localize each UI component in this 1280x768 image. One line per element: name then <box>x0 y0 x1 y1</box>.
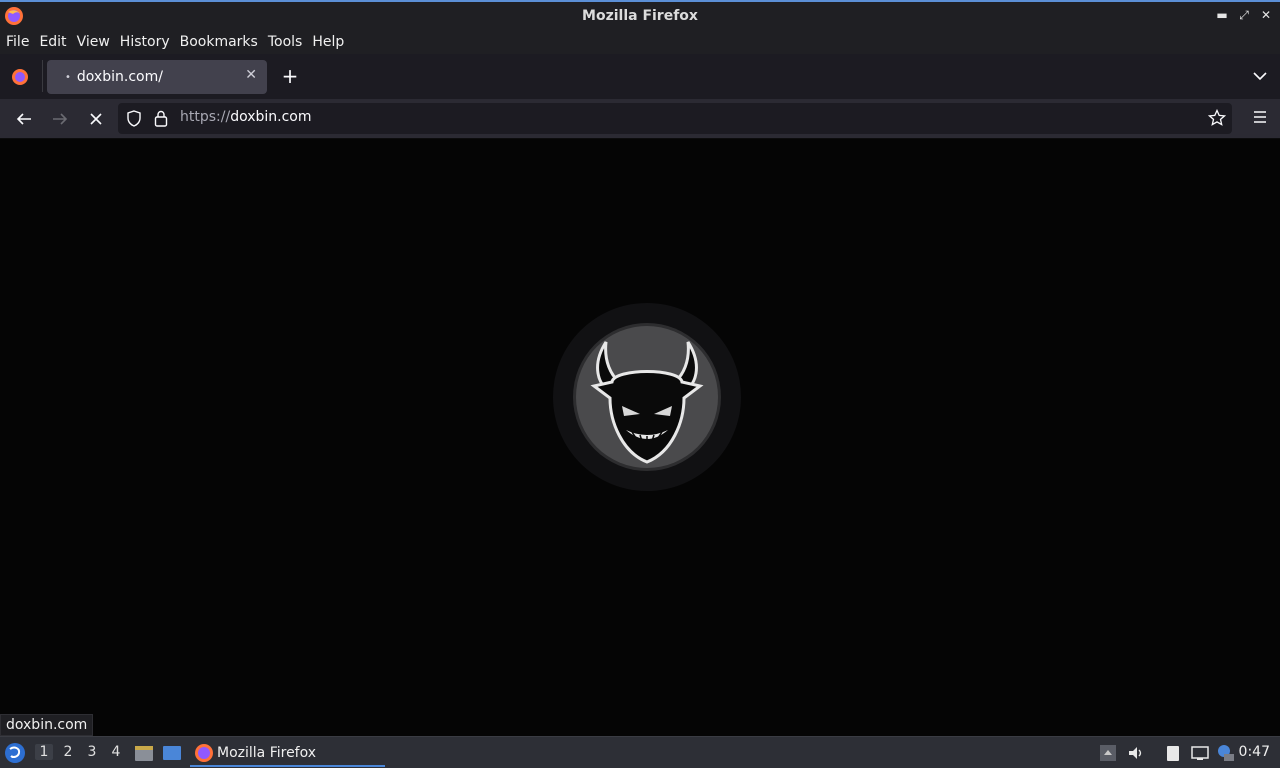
workspace-1[interactable]: 1 <box>35 744 53 760</box>
stop-button[interactable] <box>84 107 108 131</box>
workspace-2[interactable]: 2 <box>59 744 77 760</box>
menu-history[interactable]: History <box>120 34 170 50</box>
status-link-tooltip: doxbin.com <box>0 714 94 736</box>
notification-icon[interactable] <box>1216 744 1234 762</box>
firefox-icon <box>195 744 213 762</box>
tray-arrow-icon[interactable] <box>1099 744 1117 762</box>
lock-icon[interactable] <box>154 110 168 127</box>
close-tab-icon[interactable]: ✕ <box>245 67 257 83</box>
task-label: Mozilla Firefox <box>217 744 317 761</box>
url-text[interactable]: https://doxbin.com <box>180 109 312 125</box>
workspace-4[interactable]: 4 <box>107 744 125 760</box>
tab-separator <box>42 60 43 92</box>
taskbar-firefox-task[interactable]: Mozilla Firefox <box>190 740 385 767</box>
taskbar: 1 2 3 4 Mozilla Firefox 0:47 <box>0 736 1280 768</box>
star-icon[interactable] <box>1208 109 1226 127</box>
menu-tools[interactable]: Tools <box>268 34 303 50</box>
workspace-3[interactable]: 3 <box>83 744 101 760</box>
close-icon <box>90 113 102 125</box>
menu-view[interactable]: View <box>77 34 110 50</box>
window-title: Mozilla Firefox <box>582 7 698 24</box>
page-content <box>0 140 1280 736</box>
forward-button[interactable] <box>48 107 72 131</box>
new-tab-button[interactable]: + <box>280 65 300 87</box>
arrow-right-icon <box>53 113 68 125</box>
tab-label: doxbin.com/ <box>76 69 163 85</box>
file-manager-icon[interactable] <box>134 743 154 763</box>
hamburger-menu-icon[interactable] <box>1252 109 1268 125</box>
maximize-button[interactable]: ⤢ <box>1236 6 1252 24</box>
desktop-icon[interactable] <box>162 743 182 763</box>
navigation-bar: https://doxbin.com <box>0 99 1280 139</box>
tab-strip: • doxbin.com/ ✕ + <box>0 54 1280 99</box>
firefox-icon <box>5 7 23 25</box>
tab-doxbin[interactable]: • doxbin.com/ ✕ <box>47 60 267 94</box>
back-button[interactable] <box>12 107 36 131</box>
menu-file[interactable]: File <box>6 34 29 50</box>
shield-icon[interactable] <box>126 110 142 127</box>
menu-edit[interactable]: Edit <box>39 34 66 50</box>
clock: 0:47 <box>1238 744 1270 760</box>
minimize-button[interactable]: ▬ <box>1214 6 1230 24</box>
menu-help[interactable]: Help <box>312 34 344 50</box>
start-menu-icon[interactable] <box>4 742 26 764</box>
clipboard-icon[interactable] <box>1164 744 1182 762</box>
loading-dot-icon: • <box>65 71 71 83</box>
menu-bookmarks[interactable]: Bookmarks <box>180 34 258 50</box>
url-bar[interactable]: https://doxbin.com <box>118 103 1232 134</box>
chevron-down-icon[interactable] <box>1252 68 1268 84</box>
menu-bar: File Edit View History Bookmarks Tools H… <box>0 29 1280 54</box>
firefox-view-icon[interactable] <box>10 67 30 87</box>
window-titlebar: Mozilla Firefox ▬ ⤢ ✕ <box>0 0 1280 29</box>
volume-icon[interactable] <box>1127 744 1145 762</box>
network-icon[interactable] <box>1191 744 1209 762</box>
arrow-left-icon <box>16 113 31 125</box>
close-window-button[interactable]: ✕ <box>1258 6 1274 24</box>
devil-logo <box>553 303 741 491</box>
